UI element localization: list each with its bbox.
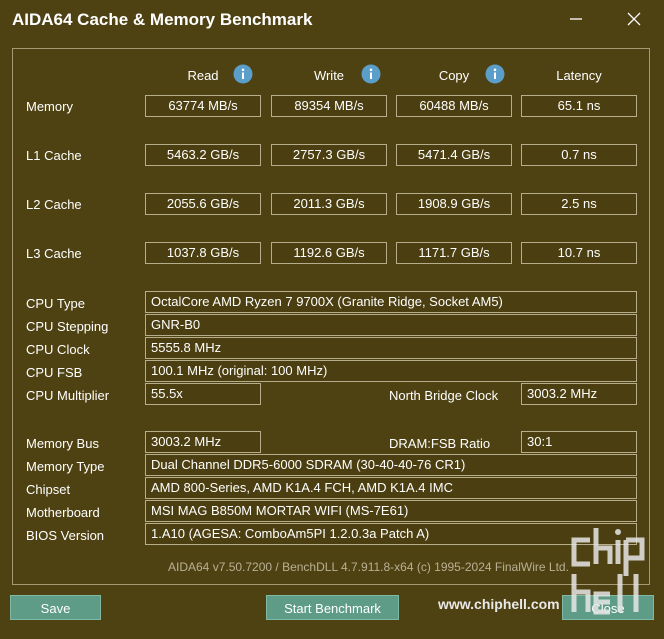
watermark-url: www.chiphell.com — [438, 596, 560, 612]
cpu-multiplier-value: 55.5x — [145, 383, 261, 405]
memory-write-value: 89354 MB/s — [271, 95, 387, 117]
cpu-clock-value: 5555.8 MHz — [145, 337, 637, 359]
row-label-l3-cache: L3 Cache — [26, 246, 82, 261]
l1-copy-value: 5471.4 GB/s — [396, 144, 512, 166]
chipset-label: Chipset — [26, 482, 71, 497]
write-info-icon[interactable] — [361, 64, 381, 84]
l2-write-value: 2011.3 GB/s — [271, 193, 387, 215]
l3-read-value: 1037.8 GB/s — [145, 242, 261, 264]
l2-copy-value: 1908.9 GB/s — [396, 193, 512, 215]
l3-write-value: 1192.6 GB/s — [271, 242, 387, 264]
cpu-type-label: CPU Type — [26, 296, 86, 311]
cpu-type-value: OctalCore AMD Ryzen 7 9700X (Granite Rid… — [145, 291, 637, 313]
l1-latency-value: 0.7 ns — [521, 144, 637, 166]
minimize-button[interactable] — [556, 6, 596, 32]
memory-type-label: Memory Type — [26, 459, 105, 474]
motherboard-value: MSI MAG B850M MORTAR WIFI (MS-7E61) — [145, 500, 637, 522]
north-bridge-clock-value: 3003.2 MHz — [521, 383, 637, 405]
start-benchmark-button[interactable]: Start Benchmark — [266, 595, 399, 620]
copy-info-icon[interactable] — [485, 64, 505, 84]
close-icon — [627, 12, 641, 26]
title-bar: AIDA64 Cache & Memory Benchmark — [0, 0, 664, 40]
cpu-fsb-label: CPU FSB — [26, 365, 83, 380]
bios-version-label: BIOS Version — [26, 528, 105, 543]
row-label-l2-cache: L2 Cache — [26, 197, 82, 212]
memory-bus-label: Memory Bus — [26, 436, 99, 451]
l2-latency-value: 2.5 ns — [521, 193, 637, 215]
memory-copy-value: 60488 MB/s — [396, 95, 512, 117]
cpu-stepping-label: CPU Stepping — [26, 319, 109, 334]
row-label-l1-cache: L1 Cache — [26, 148, 82, 163]
row-label-memory: Memory — [26, 99, 73, 114]
l1-read-value: 5463.2 GB/s — [145, 144, 261, 166]
memory-latency-value: 65.1 ns — [521, 95, 637, 117]
cpu-fsb-value: 100.1 MHz (original: 100 MHz) — [145, 360, 637, 382]
l2-read-value: 2055.6 GB/s — [145, 193, 261, 215]
chiphell-watermark-logo — [571, 528, 645, 615]
version-footer: AIDA64 v7.50.7200 / BenchDLL 4.7.911.8-x… — [168, 560, 569, 574]
dram-fsb-ratio-label: DRAM:FSB Ratio — [389, 436, 491, 451]
bios-version-value: 1.A10 (AGESA: ComboAm5PI 1.2.0.3a Patch … — [145, 523, 637, 545]
minimize-icon — [570, 18, 582, 20]
window-title: AIDA64 Cache & Memory Benchmark — [12, 10, 313, 29]
l3-copy-value: 1171.7 GB/s — [396, 242, 512, 264]
motherboard-label: Motherboard — [26, 505, 100, 520]
l3-latency-value: 10.7 ns — [521, 242, 637, 264]
memory-bus-value: 3003.2 MHz — [145, 431, 261, 453]
column-header-latency: Latency — [556, 68, 602, 83]
memory-type-value: Dual Channel DDR5-6000 SDRAM (30-40-40-7… — [145, 454, 637, 476]
window-close-button[interactable] — [614, 6, 654, 32]
north-bridge-clock-label: North Bridge Clock — [389, 388, 499, 403]
save-button[interactable]: Save — [10, 595, 101, 620]
memory-read-value: 63774 MB/s — [145, 95, 261, 117]
dram-fsb-ratio-value: 30:1 — [521, 431, 637, 453]
read-info-icon[interactable] — [233, 64, 253, 84]
benchmark-panel: Read Write Copy Latency Memory 63774 MB/… — [12, 48, 650, 585]
cpu-clock-label: CPU Clock — [26, 342, 90, 357]
cpu-stepping-value: GNR-B0 — [145, 314, 637, 336]
l1-write-value: 2757.3 GB/s — [271, 144, 387, 166]
cpu-multiplier-label: CPU Multiplier — [26, 388, 110, 403]
chipset-value: AMD 800-Series, AMD K1A.4 FCH, AMD K1A.4… — [145, 477, 637, 499]
